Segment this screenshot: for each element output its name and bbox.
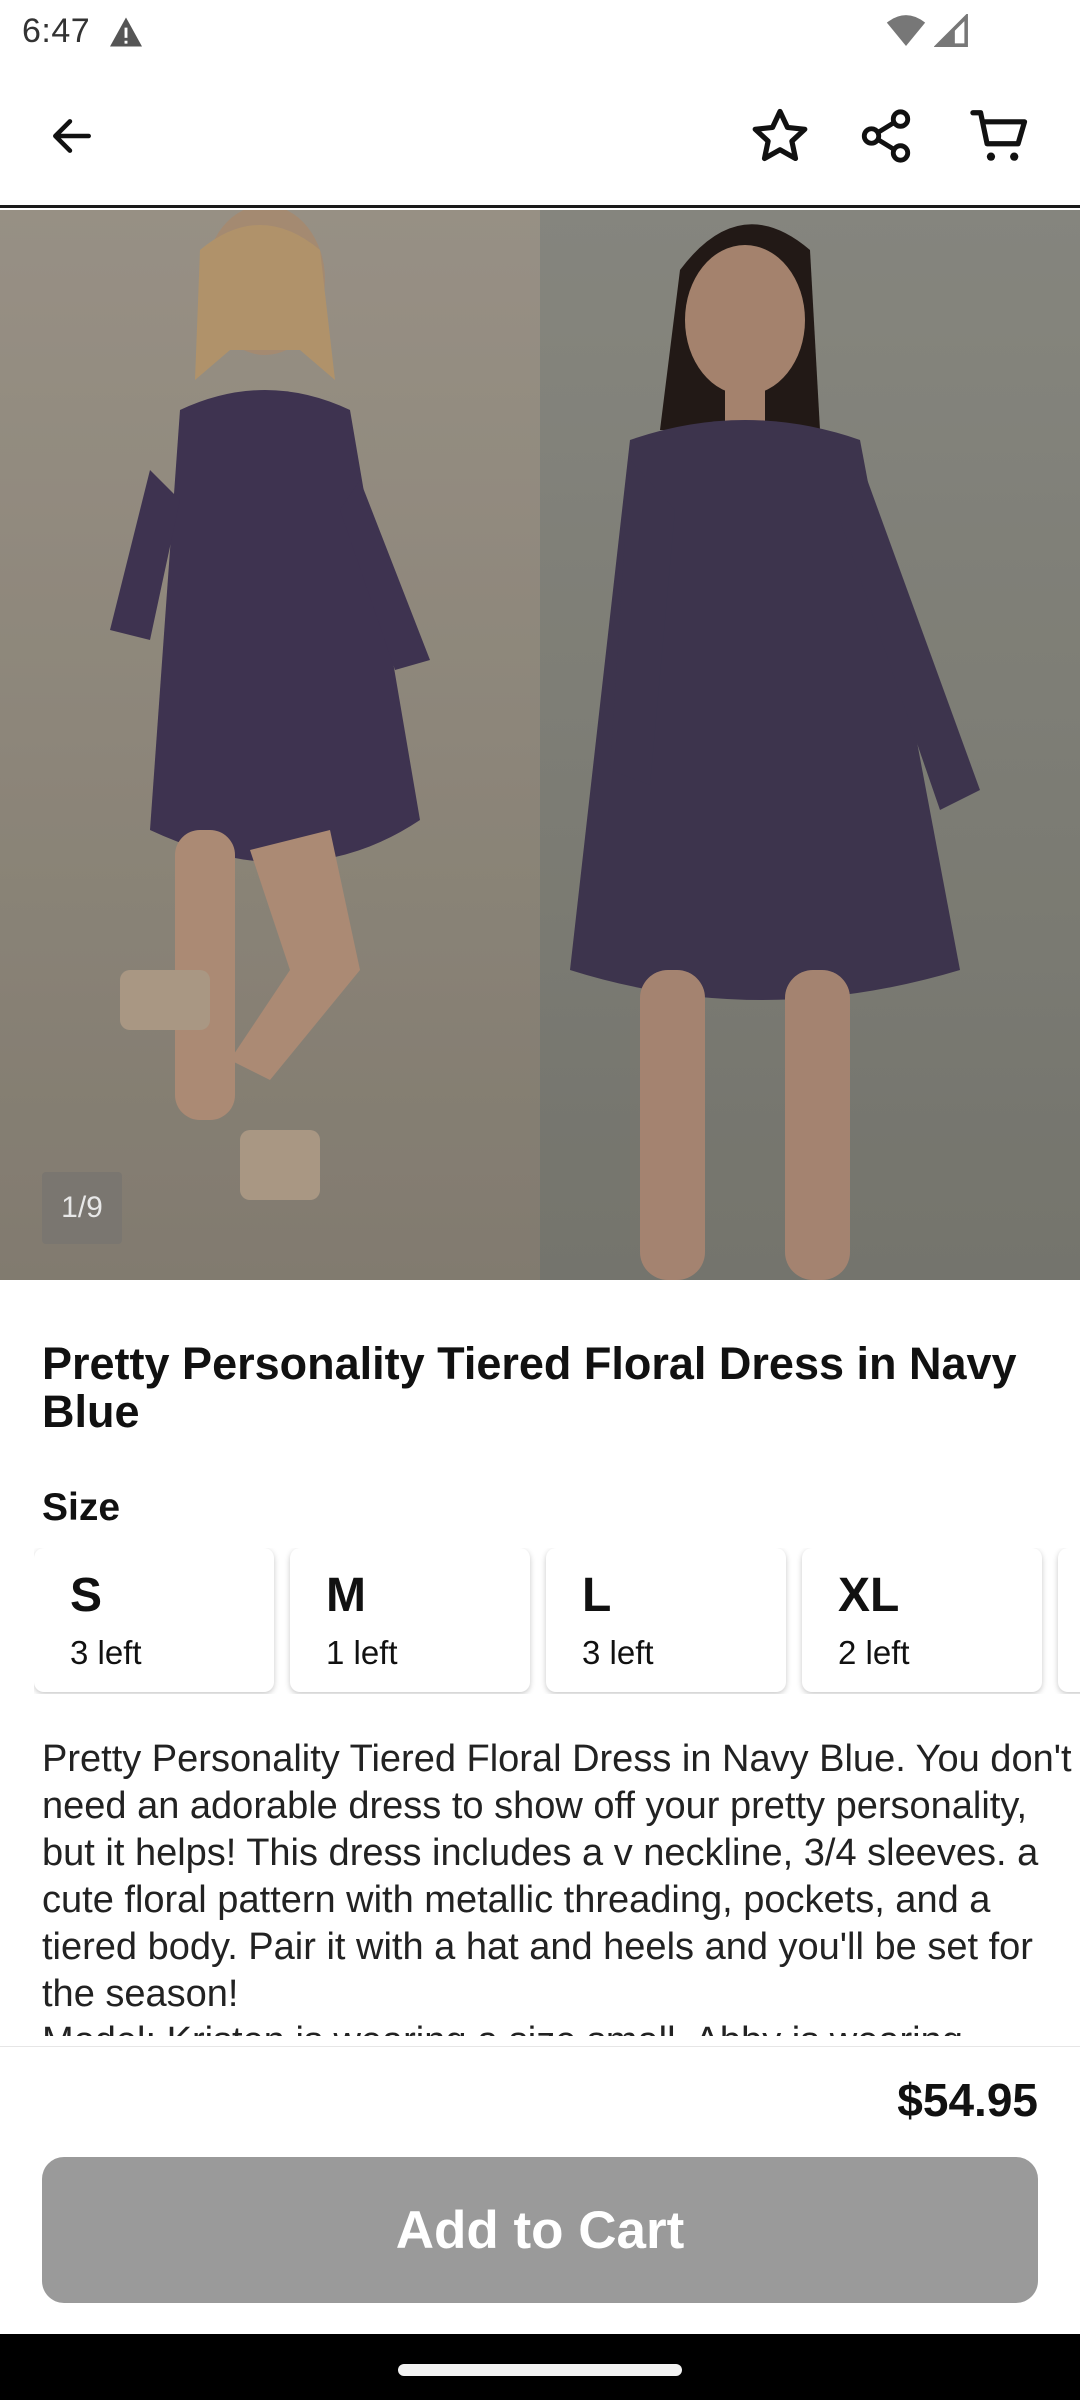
share-button[interactable] [844,94,928,178]
size-stock: 3 left [70,1634,142,1671]
product-photo-left [0,210,540,1280]
size-selector[interactable]: S 3 left M 1 left L 3 left XL 2 left [34,1548,1080,1694]
purchase-bar: $54.95 Add to Cart [0,2046,1080,2334]
product-image-gallery[interactable]: 1/9 [0,210,1080,1280]
alert-icon [110,17,142,47]
cart-button[interactable] [958,94,1042,178]
status-bar: 6:47 [0,0,1080,64]
size-name: M [326,1569,366,1622]
model-figure-left [110,210,430,1200]
size-stock: 1 left [326,1634,398,1671]
share-icon [861,109,911,163]
wifi-icon [886,15,926,46]
model-figure-right [570,224,980,1280]
size-option-l[interactable]: L 3 left [546,1548,786,1692]
gallery-page-indicator: 1/9 [42,1172,122,1244]
star-icon [752,108,808,162]
system-navigation-bar [0,2334,1080,2400]
size-name: XL [838,1569,900,1622]
size-stock: 2 left [838,1634,910,1671]
add-to-cart-button[interactable]: Add to Cart [42,2157,1038,2303]
cart-icon [970,110,1028,161]
product-details-sheet: Pretty Personality Tiered Floral Dress i… [0,1280,1080,2050]
home-gesture-handle[interactable] [398,2364,682,2376]
description-more-text: Model: Kristen is wearing a size small. … [42,2020,963,2036]
product-description: Pretty Personality Tiered Floral Dress i… [42,1736,1072,2036]
status-time: 6:47 [22,12,91,50]
product-title: Pretty Personality Tiered Floral Dress i… [42,1338,1017,1437]
size-option-m[interactable]: M 1 left [290,1548,530,1692]
back-arrow-icon [53,119,91,153]
size-section-label: Size [42,1486,121,1529]
size-option-more[interactable] [1058,1548,1080,1692]
size-option-s[interactable]: S 3 left [34,1548,274,1692]
product-photo-right [540,210,1080,1280]
size-stock: 3 left [582,1634,654,1671]
product-price: $54.95 [897,2074,1038,2126]
top-app-bar [0,64,1080,208]
size-name: S [70,1569,103,1622]
size-option-xl[interactable]: XL 2 left [802,1548,1042,1692]
back-button[interactable] [30,94,114,178]
description-text: Pretty Personality Tiered Floral Dress i… [42,1738,1072,2015]
signal-icon [934,14,968,47]
size-name: L [582,1569,612,1622]
favorite-button[interactable] [738,94,822,178]
